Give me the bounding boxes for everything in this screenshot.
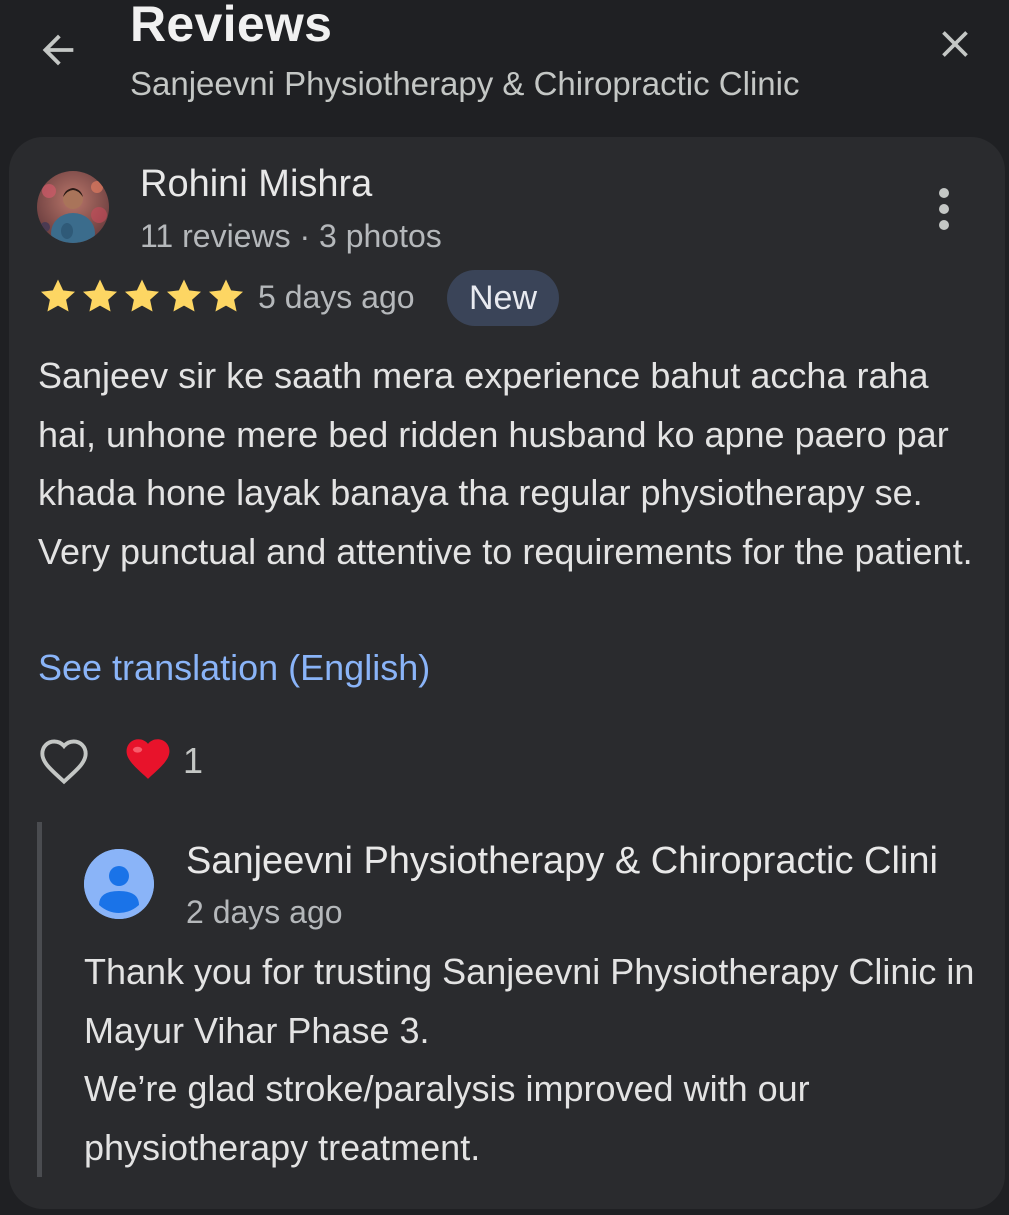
- reply-line: Thank you for trusting Sanjeevni Physiot…: [84, 951, 975, 1051]
- owner-reply-date: 2 days ago: [186, 894, 343, 930]
- like-button[interactable]: [33, 733, 95, 789]
- person-icon: [84, 849, 154, 919]
- star-rating: [38, 277, 246, 315]
- star-icon: [208, 279, 244, 312]
- star-icon: [40, 279, 76, 312]
- reply-line: We’re glad stroke/paralysis improved wit…: [84, 1068, 810, 1168]
- new-badge: New: [447, 270, 560, 326]
- reviewer-photo: [37, 171, 109, 243]
- star-icon: [166, 279, 202, 312]
- review-card: Rohini Mishra 11 reviews · 3 photos 5 da…: [9, 137, 1005, 1209]
- more-options-button[interactable]: [919, 181, 969, 237]
- page-title: Reviews: [130, 0, 333, 52]
- owner-name: Sanjeevni Physiotherapy & Chiropractic C…: [186, 840, 938, 882]
- owner-avatar: [84, 849, 154, 919]
- more-vertical-icon: [939, 188, 949, 230]
- see-translation-link[interactable]: See translation (English): [38, 639, 430, 697]
- back-button[interactable]: [30, 22, 86, 78]
- review-date: 5 days ago: [258, 279, 415, 315]
- place-name: Sanjeevni Physiotherapy & Chiropractic C…: [130, 65, 800, 102]
- star-icon: [82, 279, 118, 312]
- reaction-summary[interactable]: 1: [123, 735, 203, 786]
- reaction-count: 1: [183, 739, 204, 781]
- reply-divider: [37, 822, 42, 1177]
- close-button[interactable]: [926, 16, 984, 72]
- owner-reply-text: Thank you for trusting Sanjeevni Physiot…: [84, 943, 984, 1177]
- heart-outline-icon: [40, 739, 88, 785]
- star-icon: [124, 279, 160, 312]
- review-text: Sanjeev sir ke saath mera experience bah…: [38, 355, 973, 572]
- close-icon: [942, 31, 968, 57]
- reviewer-stats: 11 reviews · 3 photos: [140, 218, 442, 254]
- reviewer-avatar[interactable]: [37, 171, 109, 243]
- top-bar: Reviews Sanjeevni Physiotherapy & Chirop…: [0, 0, 1009, 130]
- reviewer-name[interactable]: Rohini Mishra: [140, 160, 372, 208]
- arrow-left-icon: [42, 34, 74, 66]
- red-heart-icon: [123, 735, 173, 786]
